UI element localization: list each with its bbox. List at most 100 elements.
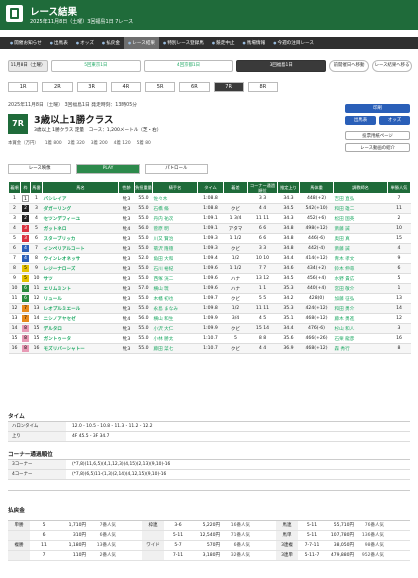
horse-weight: 468(+12) <box>299 343 334 354</box>
jockey-name[interactable]: 横山 琉 <box>152 283 198 294</box>
patrol-tab[interactable]: パトロール <box>144 164 208 174</box>
horse-name[interactable]: エリムミント <box>42 283 119 294</box>
finish-position: 6 <box>8 243 21 254</box>
trainer-name[interactable]: 斎藤 誠 <box>333 243 388 254</box>
horse-name[interactable]: サツ <box>42 273 119 284</box>
horse-name[interactable]: ダガーリング <box>42 203 119 214</box>
race-video-tab[interactable]: レース映像 <box>8 164 72 174</box>
corner-positions: 3 3 <box>247 193 278 204</box>
horse-name[interactable]: ガントゥータ <box>42 333 119 344</box>
trainer-name[interactable]: 鈴木 伸尋 <box>333 263 388 274</box>
horse-name[interactable]: モズリバーシャトー <box>42 343 119 354</box>
horse-name[interactable]: レオプルミエール <box>42 303 119 314</box>
jockey-name[interactable]: 菊沢 隆徳 <box>152 243 198 254</box>
jockey-name[interactable]: 川又 賢治 <box>152 233 198 244</box>
trainer-name[interactable]: 斎藤 誠 <box>333 223 388 234</box>
payout-cell: 5-11 12,540円 71番人気 <box>142 531 276 540</box>
race-tab-5[interactable]: 5R <box>145 82 176 92</box>
trainer-name[interactable]: 松田 国英 <box>333 213 388 224</box>
result-row: 11 6 12 リュール 牝3 55.0 木幡 初也 1:09.7 クビ 5 5 34.2 428(0… <box>8 293 411 304</box>
finish-position: 13 <box>8 313 21 324</box>
finish-time: 1:09.1 <box>197 223 224 234</box>
odds-button[interactable]: オッズ <box>379 116 410 125</box>
meeting-tokyo[interactable]: 5回東京1日 <box>51 60 141 72</box>
jockey-name[interactable]: 横山 和生 <box>152 313 198 324</box>
jockey-name[interactable]: 小沢 大仁 <box>152 323 198 334</box>
jockey-name[interactable]: 丹内 祐次 <box>152 213 198 224</box>
trainer-name[interactable]: 加藤 征弘 <box>333 293 388 304</box>
horse-name[interactable]: ガットネロ <box>42 223 119 234</box>
horse-name[interactable]: セツンデフィーユ <box>42 213 119 224</box>
trainer-name[interactable]: 森 秀行 <box>333 343 388 354</box>
trainer-name[interactable]: 藤木 勇進 <box>333 313 388 324</box>
race-tab-3[interactable]: 3R <box>76 82 107 92</box>
jockey-name[interactable]: 藤田 菜七 <box>152 343 198 354</box>
jockey-name[interactable]: 永島 まなみ <box>152 303 198 314</box>
main-nav: 開催お知らせ 出馬表 オッズ 払戻金 レース結果 特別レース登録馬 競走中止 馬… <box>0 37 418 49</box>
horse-name[interactable]: バシレイア <box>42 193 119 204</box>
nav-results[interactable]: レース結果 <box>124 37 160 49</box>
trainer-name[interactable]: 水野 貴広 <box>333 273 388 284</box>
trainer-name[interactable]: 和田 勇介 <box>333 303 388 314</box>
race-tab-6[interactable]: 6R <box>179 82 210 92</box>
race-video-button[interactable]: レース動画の紹介 <box>345 143 410 152</box>
nav-notice[interactable]: 開催お知らせ <box>6 37 46 49</box>
horse-weight: 498(+12) <box>299 223 334 234</box>
horse-name[interactable]: レジーナローズ <box>42 263 119 274</box>
combination: 7 <box>42 553 46 558</box>
corner-positions: 4 4 <box>247 343 278 354</box>
nav-featured[interactable]: 今週の注目レース <box>269 37 318 49</box>
trainer-name[interactable]: 奥田 真 <box>333 233 388 244</box>
play-button[interactable]: PLAY <box>76 164 140 174</box>
trainer-name[interactable]: 和田 雄二 <box>333 203 388 214</box>
print-button[interactable]: 印刷 <box>345 104 410 113</box>
column-header: 負担重量 <box>134 181 153 194</box>
trainer-name[interactable]: 吉田 直弘 <box>333 193 388 204</box>
horse-name[interactable]: ウインレオネッサ <box>42 253 119 264</box>
nav-entries[interactable]: 出馬表 <box>46 37 72 49</box>
trainer-name[interactable]: 宮田 敬介 <box>333 283 388 294</box>
jockey-name[interactable]: 佐々木 <box>152 193 198 204</box>
nav-cancel[interactable]: 競走中止 <box>208 37 239 49</box>
jockey-name[interactable]: 角田 大和 <box>152 253 198 264</box>
jockey-name[interactable]: 西塚 洸二 <box>152 273 198 284</box>
horse-number: 6 <box>30 233 43 244</box>
horse-name[interactable]: ニシノアヤセゼ <box>42 313 119 324</box>
nav-track[interactable]: 馬場情報 <box>239 37 270 49</box>
race-tab-2[interactable]: 2R <box>42 82 73 92</box>
jockey-name[interactable]: 小林 勝太 <box>152 333 198 344</box>
nav-odds[interactable]: オッズ <box>72 37 98 49</box>
result-row: 5 3 6 スターブリッカ 牝3 55.0 川又 賢治 1:09.3 1 1/2 6 6 34.8 4… <box>8 233 411 244</box>
horse-name[interactable]: リュール <box>42 293 119 304</box>
meeting-fukushima[interactable]: 3回福島1日 <box>236 60 327 72</box>
race-tab-8[interactable]: 8R <box>247 82 278 92</box>
horse-number: 5 <box>30 223 43 234</box>
jockey-name[interactable]: 石川 裕紀 <box>152 263 198 274</box>
horse-name[interactable]: デルタロ <box>42 323 119 334</box>
ticket-page-button[interactable]: 投票用紙ページ <box>345 131 410 140</box>
results-link[interactable]: レース結果へ移る <box>372 60 413 72</box>
nav-special[interactable]: 特別レース登録馬 <box>159 37 208 49</box>
horse-weight: 442(-4) <box>299 243 334 254</box>
jockey-name[interactable]: 木幡 初也 <box>152 293 198 304</box>
race-tab-7[interactable]: 7R <box>213 82 244 92</box>
combination: 7-7-11 <box>304 543 320 548</box>
combination: 5-7 <box>174 543 182 548</box>
meeting-kyoto[interactable]: 4回京都1日 <box>143 60 234 72</box>
horse-name[interactable]: インペリアルコート <box>42 243 119 254</box>
horse-name[interactable]: スターブリッカ <box>42 233 119 244</box>
trainer-name[interactable]: 石栗 龍彦 <box>333 333 388 344</box>
entries-button[interactable]: 出馬表 <box>345 116 376 125</box>
jockey-name[interactable]: 菅原 明 <box>152 223 198 234</box>
weight-carried: 55.0 <box>134 273 153 284</box>
prev-day-link[interactable]: 前開催日へ移動 <box>329 60 370 72</box>
nav-payout[interactable]: 払戻金 <box>98 37 124 49</box>
trainer-name[interactable]: 杉山 和人 <box>333 323 388 334</box>
last-3f: 34.5 <box>277 273 300 284</box>
payout-row: 複勝 11 1,180円 13番人気 ワイド 5-7 570円 6番人気 3連複 7-7-11 38… <box>8 541 410 551</box>
trainer-name[interactable]: 青木 孝文 <box>333 253 388 264</box>
race-tab-4[interactable]: 4R <box>110 82 141 92</box>
payout-popularity: 76番人気 <box>364 523 384 528</box>
jockey-name[interactable]: 石橋 脩 <box>152 203 198 214</box>
race-tab-1[interactable]: 1R <box>8 82 39 92</box>
